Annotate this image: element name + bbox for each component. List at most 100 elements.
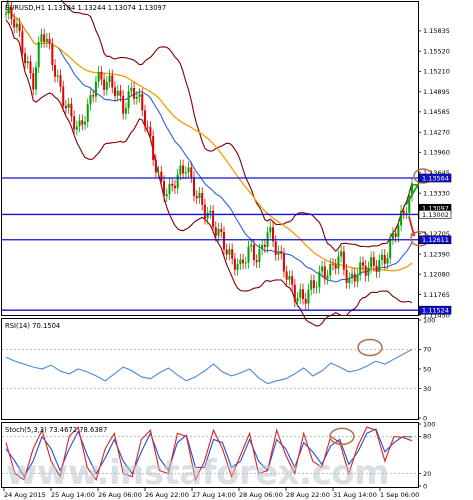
candle-body (337, 256, 340, 269)
price-axis-label: 1.14270 (423, 129, 450, 137)
candle-body (255, 260, 258, 263)
price-axis-label: 1.12390 (423, 250, 450, 258)
candle-body (54, 64, 57, 77)
candle-body (195, 195, 198, 199)
candle-body (375, 265, 378, 272)
candle-body (274, 241, 277, 255)
price-axis-label: 1.14895 (423, 88, 450, 96)
candle-body (64, 106, 67, 109)
price-axis-label: 1.12080 (423, 270, 450, 278)
candle-body (304, 298, 307, 304)
candle-body (307, 289, 310, 304)
candle-body (277, 251, 280, 255)
candle-body (152, 135, 155, 161)
candle-body (127, 90, 130, 109)
candle-body (261, 244, 264, 250)
candle-body (389, 239, 392, 259)
candle-body (73, 116, 76, 130)
price-axis-label: 1.15835 (423, 27, 450, 35)
candle-body (94, 81, 97, 97)
candle-body (193, 177, 196, 196)
candle-body (386, 258, 389, 264)
candle-body (293, 284, 296, 302)
candle-body (165, 194, 168, 197)
candle-body (242, 259, 245, 264)
candle-body (236, 264, 239, 270)
price-tag-label: 1.12611 (422, 236, 449, 244)
candle-body (105, 81, 108, 90)
candle-body (173, 185, 176, 189)
candle-body (176, 174, 179, 189)
candle-body (321, 266, 324, 272)
price-axis-label: 1.14585 (423, 108, 450, 116)
candle-body (250, 244, 253, 247)
candle-body (130, 87, 133, 91)
price-axis-label: 1.15520 (423, 48, 450, 56)
rsi-axis-label: 70 (423, 346, 431, 354)
candle-body (381, 254, 384, 261)
watermark-logo: www.instaforex.com (6, 453, 389, 493)
candle-body (225, 249, 228, 255)
candle-body (220, 228, 223, 233)
candle-body (97, 71, 100, 82)
candle-body (86, 104, 89, 122)
price-chart-figure: 1.15835 1.15520 1.15210 1.14895 1.14585 1.142… (1, 0, 452, 499)
candle-body (203, 204, 206, 219)
candle-body (168, 183, 171, 195)
candle-body (100, 71, 103, 80)
candle-body (326, 275, 329, 279)
candle-body (67, 103, 70, 109)
candle-body (116, 90, 119, 96)
candle-body (32, 73, 35, 90)
candle-body (119, 90, 122, 96)
candle-body (187, 167, 190, 173)
candle-body (26, 61, 29, 64)
candle-body (81, 120, 84, 125)
candle-body (154, 160, 157, 173)
candle-body (13, 18, 16, 28)
candle-body (285, 271, 288, 280)
price-axis-label: 1.13960 (423, 149, 450, 157)
candle-body (231, 249, 234, 259)
candle-body (24, 53, 27, 64)
candle-body (143, 110, 146, 127)
candle-body (353, 273, 356, 282)
candle-body (141, 94, 144, 111)
candle-body (359, 262, 362, 275)
candle-body (312, 280, 315, 288)
candle-body (149, 127, 152, 136)
candle-body (315, 287, 318, 289)
candle-body (252, 244, 255, 261)
candle-body (179, 165, 182, 175)
candle-body (15, 23, 18, 28)
candle-body (212, 210, 215, 228)
candle-body (18, 23, 21, 32)
candle-body (364, 265, 367, 276)
candle-body (108, 75, 111, 82)
candle-body (378, 260, 381, 272)
price-axis-label: 1.15210 (423, 68, 450, 76)
candle-body (135, 96, 138, 99)
candle-body (351, 273, 354, 279)
candle-body (222, 232, 225, 250)
candle-body (146, 126, 149, 128)
candle-body (113, 87, 116, 96)
candle-body (383, 254, 386, 264)
candle-body (348, 278, 351, 283)
candle-body (258, 249, 261, 263)
candle-body (157, 171, 160, 173)
candle-body (198, 192, 201, 199)
candle-body (402, 210, 405, 214)
candle-body (370, 257, 373, 268)
price-header-label: EURUSD,H1 1.13184 1.13244 1.13074 1.1309… (5, 4, 166, 12)
candle-body (201, 192, 204, 205)
candle-body (367, 267, 370, 276)
stoch-axis-label: 20 (423, 470, 431, 478)
candle-body (291, 276, 294, 285)
candle-body (400, 210, 403, 226)
candle-body (372, 257, 375, 266)
candle-body (310, 280, 313, 290)
candle-body (263, 244, 266, 248)
rsi-label: RSI(14) 70.1504 (5, 322, 60, 330)
candle-body (334, 264, 337, 269)
